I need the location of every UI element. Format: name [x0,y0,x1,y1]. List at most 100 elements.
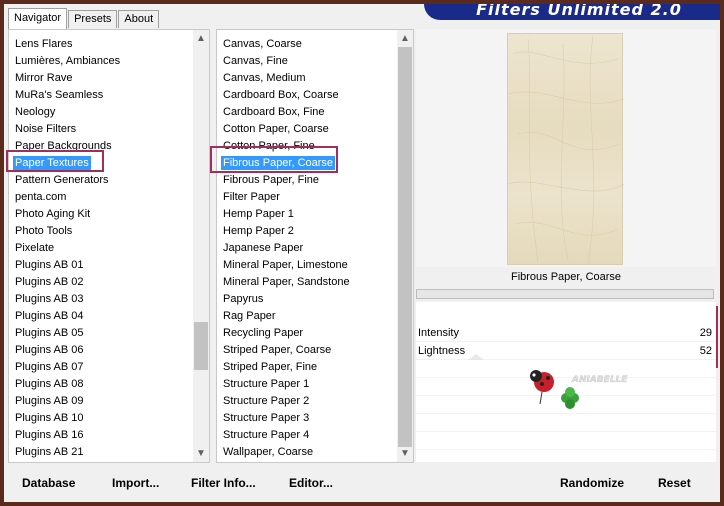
filter-item-label: Cardboard Box, Coarse [223,89,339,101]
category-item-label: Noise Filters [15,123,77,135]
category-item[interactable]: Plugins AB 04 [9,308,209,325]
tab-bar: Navigator Presets About [8,8,160,30]
filter-item[interactable]: Cardboard Box, Fine [217,104,413,121]
scroll-down-icon[interactable]: ▼ [193,445,209,462]
category-scrollbar[interactable]: ▲ ▼ [193,30,209,462]
filter-item-label: Structure Paper 2 [223,395,310,407]
filter-item[interactable]: Cardboard Box, Coarse [217,87,413,104]
logo-text: ANIABELLE [571,375,628,385]
category-item[interactable]: Plugins AB 01 [9,257,209,274]
category-item-label: Lumières, Ambiances [15,55,121,67]
category-item-label: Paper Backgrounds [15,140,112,152]
reset-button[interactable]: Reset [658,476,691,490]
category-item[interactable]: Paper Textures [9,155,209,172]
param-row-intensity[interactable]: Intensity 29 [416,324,716,342]
filter-item[interactable]: Japanese Paper [217,240,413,257]
category-item[interactable]: Plugins AB 02 [9,274,209,291]
filter-info-button[interactable]: Filter Info... [191,476,256,490]
filter-item-label: Structure Paper 3 [223,412,310,424]
category-item-label: Plugins AB 16 [15,429,84,441]
category-item[interactable]: Photo Aging Kit [9,206,209,223]
category-item[interactable]: Plugins AB 08 [9,376,209,393]
category-item-label: Plugins AB 09 [15,395,84,407]
category-list[interactable]: Lens Flares Lumières, Ambiances Mirror Rav… [8,29,210,463]
param-row-lightness[interactable]: Lightness 52 [416,342,716,360]
category-item-label: Plugins AB 04 [15,310,84,322]
filter-item[interactable]: Hemp Paper 1 [217,206,413,223]
filter-item[interactable]: Striped Paper, Coarse [217,342,413,359]
editor-button[interactable]: Editor... [289,476,333,490]
category-item[interactable]: penta.com [9,189,209,206]
category-item-label: Photo Tools [15,225,73,237]
filter-item[interactable]: Recycling Paper [217,325,413,342]
category-item[interactable]: Pixelate [9,240,209,257]
category-item[interactable]: Plugins AB 06 [9,342,209,359]
scrollbar-thumb[interactable] [194,322,208,370]
scroll-up-icon[interactable]: ▲ [193,30,209,47]
category-item[interactable]: Neology [9,104,209,121]
database-button[interactable]: Database [22,476,75,490]
category-item[interactable]: Plugins AB 16 [9,427,209,444]
filter-item[interactable]: Structure Paper 2 [217,393,413,410]
category-item[interactable]: Paper Backgrounds [9,138,209,155]
filter-item-label: Filter Paper [223,191,280,203]
tab-about[interactable]: About [118,10,160,28]
category-item[interactable]: Photo Tools [9,223,209,240]
category-item[interactable]: Lumières, Ambiances [9,53,209,70]
filter-item-label: Japanese Paper [223,242,304,254]
category-item[interactable]: Mirror Rave [9,70,209,87]
preview-filter-name: Fibrous Paper, Coarse [416,267,716,287]
ladybug-clover-logo: ANIABELLE [530,370,628,409]
filter-item[interactable]: Cotton Paper, Fine [217,138,413,155]
category-item-label: Mirror Rave [15,72,73,84]
empty-row [416,432,716,450]
button-bar: Database Import... Filter Info... Editor… [4,464,720,502]
randomize-button[interactable]: Randomize [560,476,624,490]
filter-item-label: Wallpaper, Coarse [223,446,314,458]
filter-item[interactable]: Canvas, Medium [217,70,413,87]
filter-item-label: Hemp Paper 2 [223,225,294,237]
filter-item[interactable]: Mineral Paper, Limestone [217,257,413,274]
category-item-label: Neology [15,106,56,118]
category-item[interactable]: Plugins AB 09 [9,393,209,410]
category-item[interactable]: Plugins AB 05 [9,325,209,342]
scrollbar-thumb[interactable] [398,47,412,447]
filter-item-label: Cotton Paper, Coarse [223,123,329,135]
paper-texture-image [507,35,625,265]
category-item[interactable]: Lens Flares [9,36,209,53]
category-item[interactable]: Plugins AB 21 [9,444,209,461]
tab-presets[interactable]: Presets [68,10,118,28]
filter-scrollbar[interactable]: ▲ ▼ [397,30,413,462]
filter-item[interactable]: Mineral Paper, Sandstone [217,274,413,291]
import-button[interactable]: Import... [112,476,159,490]
category-item-label: Plugins AB 08 [15,378,84,390]
filter-item[interactable]: Canvas, Fine [217,53,413,70]
filter-item[interactable]: Hemp Paper 2 [217,223,413,240]
filter-item-label: Structure Paper 1 [223,378,310,390]
category-item[interactable]: MuRa's Seamless [9,87,209,104]
filter-list[interactable]: Canvas, Coarse Canvas, Fine Canvas, Medium… [216,29,414,463]
tab-navigator[interactable]: Navigator [8,8,68,29]
filter-item[interactable]: Cotton Paper, Coarse [217,121,413,138]
filter-item[interactable]: Fibrous Paper, Coarse [217,155,413,172]
filter-item[interactable]: Fibrous Paper, Fine [217,172,413,189]
filter-item[interactable]: Rag Paper [217,308,413,325]
category-item[interactable]: Plugins AB 10 [9,410,209,427]
filter-item[interactable]: Structure Paper 4 [217,427,413,444]
param-value[interactable]: 52 [700,342,712,360]
filter-item[interactable]: Filter Paper [217,189,413,206]
category-item[interactable]: Pattern Generators [9,172,209,189]
filter-item[interactable]: Striped Paper, Fine [217,359,413,376]
category-item[interactable]: Plugins AB 07 [9,359,209,376]
filter-item[interactable]: Canvas, Coarse [217,36,413,53]
filter-item[interactable]: Structure Paper 1 [217,376,413,393]
filter-item[interactable]: Structure Paper 3 [217,410,413,427]
scroll-up-icon[interactable]: ▲ [397,30,413,47]
filter-item-label: Canvas, Coarse [223,38,302,50]
category-item[interactable]: Plugins AB 03 [9,291,209,308]
param-value[interactable]: 29 [700,324,712,342]
scroll-down-icon[interactable]: ▼ [397,445,413,462]
category-item[interactable]: Noise Filters [9,121,209,138]
filter-item[interactable]: Wallpaper, Coarse [217,444,413,461]
filter-item[interactable]: Papyrus [217,291,413,308]
